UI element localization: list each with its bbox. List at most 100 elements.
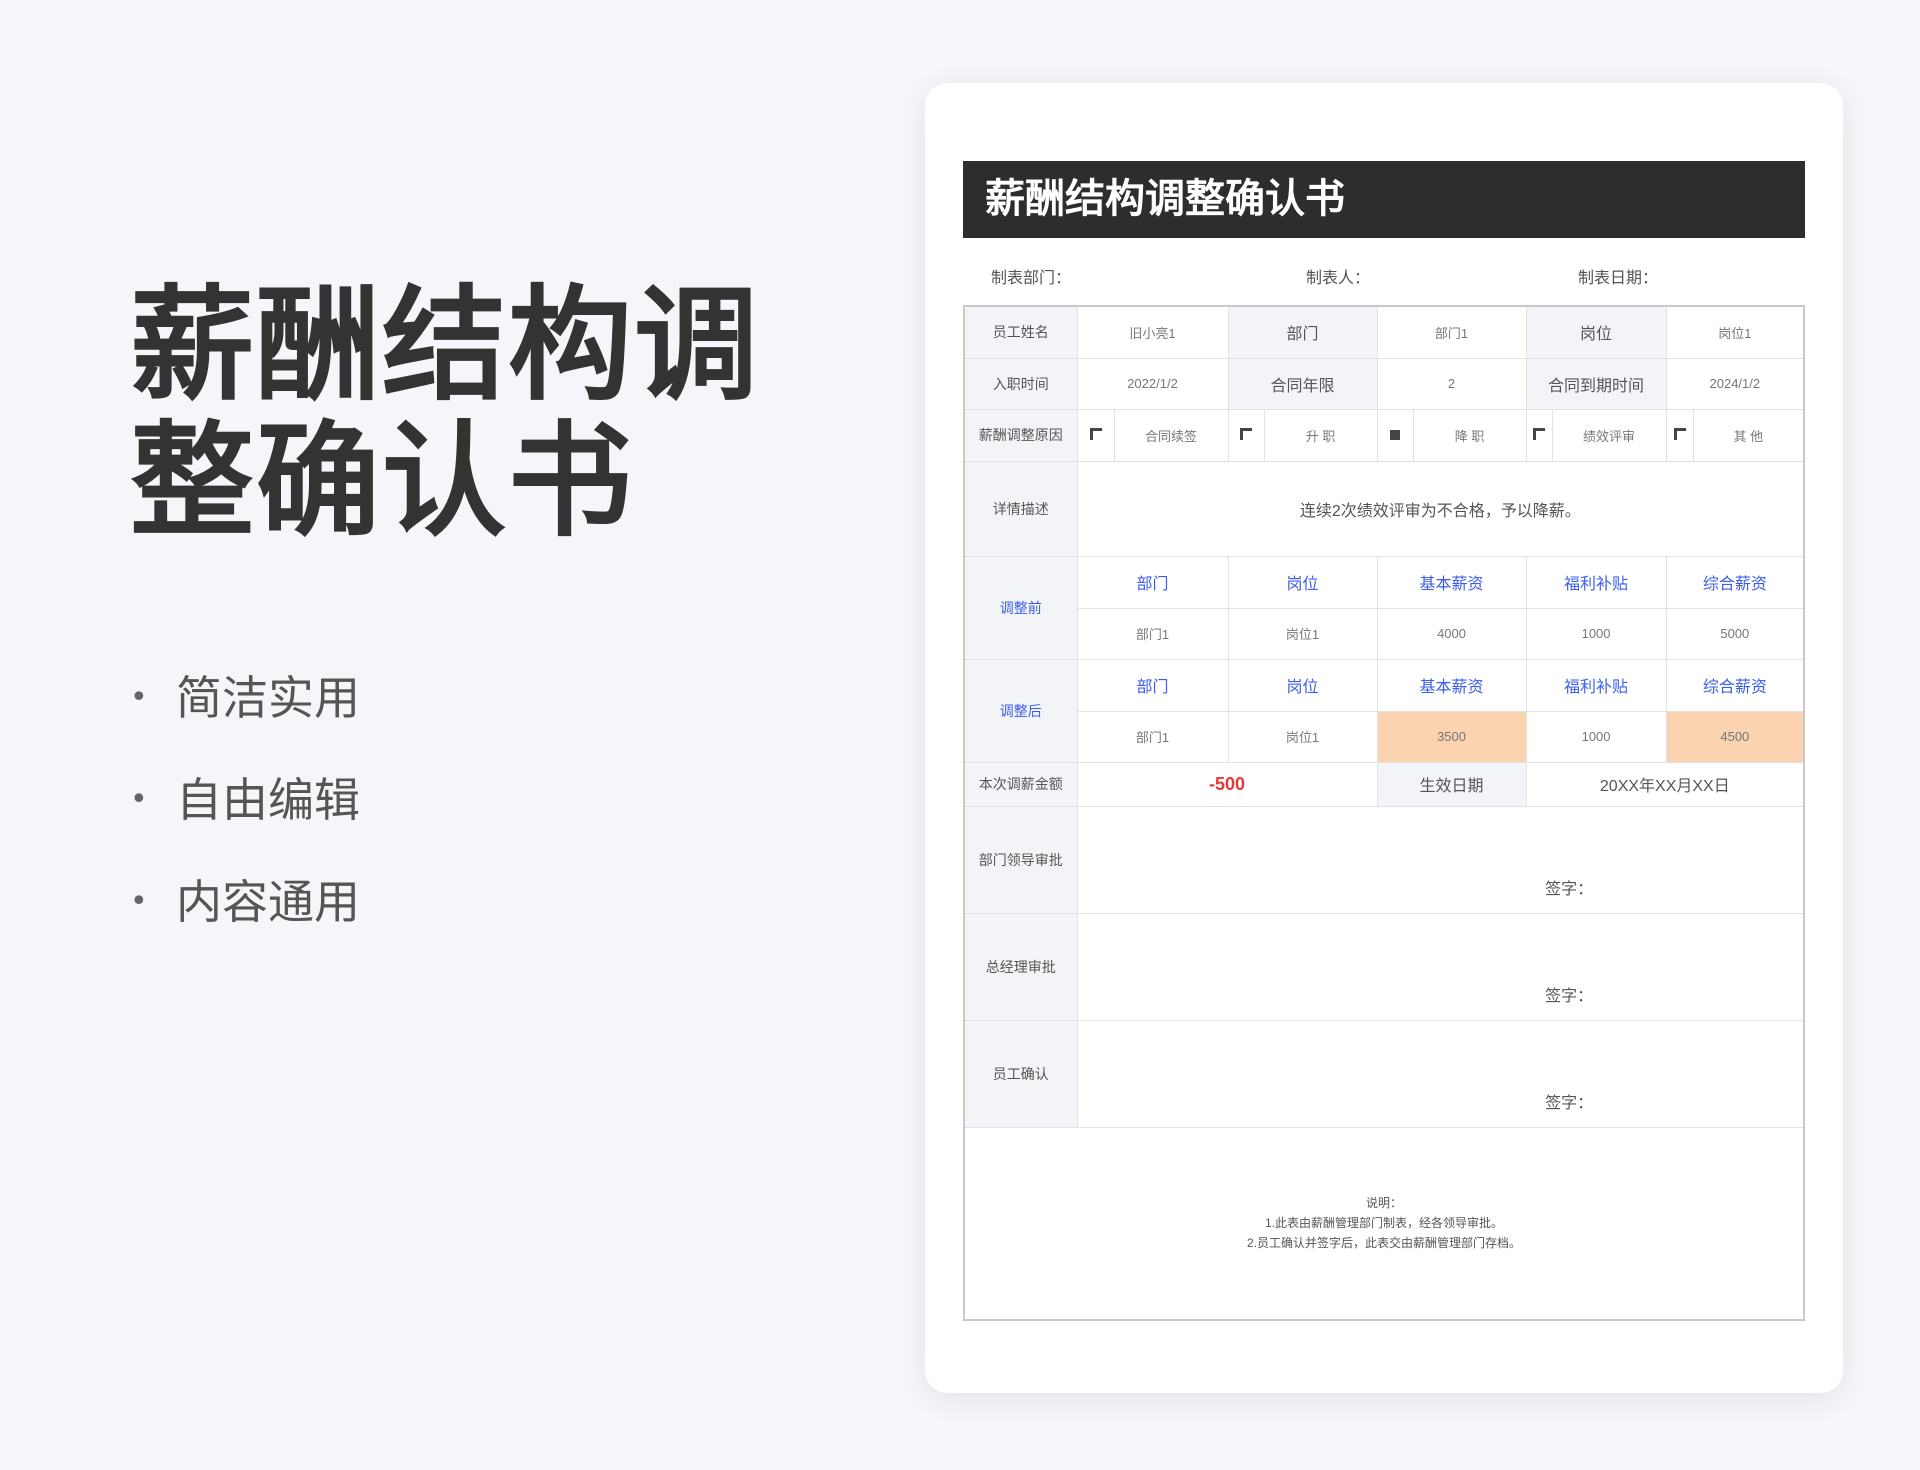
- label-employee-confirm: 员工确认: [963, 1019, 1078, 1128]
- column-header: 岗位: [1227, 555, 1378, 609]
- after-value-highlight[interactable]: 3500: [1376, 710, 1527, 763]
- document-meta: 制表部门： 制表人： 制表日期：: [963, 238, 1805, 305]
- reason-option: 降 职: [1412, 408, 1527, 462]
- table-row: 薪酬调整原因 合同续签 升 职 降 职 绩效评审 其 他: [963, 408, 1805, 462]
- document-title: 薪酬结构调整确认书: [963, 161, 1805, 238]
- bullet-icon: •: [130, 680, 148, 715]
- column-header: 综合薪资: [1665, 555, 1805, 609]
- feature-item: • 内容通用: [130, 879, 360, 981]
- after-value[interactable]: 部门1: [1076, 710, 1229, 763]
- table-row: 部门1 岗位1 4000 1000 5000: [964, 607, 1805, 660]
- label-after: 调整后: [963, 658, 1078, 763]
- sign-label: 签字：: [1545, 880, 1594, 898]
- meta-date: 制表日期：: [1578, 270, 1659, 287]
- reason-option: 升 职: [1263, 408, 1378, 462]
- column-header: 福利补贴: [1525, 658, 1667, 712]
- column-header: 福利补贴: [1525, 555, 1667, 609]
- label-dept: 部门: [1227, 305, 1378, 359]
- table-row: 详情描述 连续2次绩效评审为不合格，予以降薪。: [963, 460, 1805, 557]
- approval-area[interactable]: 签字：: [1076, 805, 1805, 914]
- sign-label: 签字：: [1545, 1094, 1594, 1112]
- feature-item: • 简洁实用: [130, 675, 360, 777]
- meta-dept: 制表部门：: [991, 270, 1072, 287]
- table-row: 调整前 部门 岗位 基本薪资 福利补贴 综合薪资: [963, 555, 1805, 660]
- after-value[interactable]: 岗位1: [1227, 710, 1378, 763]
- value-dept[interactable]: 部门1: [1376, 305, 1527, 359]
- table-row: 部门1 岗位1 3500 1000 4500: [964, 710, 1805, 763]
- label-post: 岗位: [1525, 305, 1667, 359]
- feature-list: • 简洁实用 • 自由编辑 • 内容通用: [130, 675, 360, 981]
- checkbox-cell[interactable]: [1525, 408, 1553, 462]
- table-row: 员工姓名 旧小亮1 部门 部门1 岗位 岗位1: [963, 305, 1805, 359]
- value-expire[interactable]: 2024/1/2: [1665, 357, 1805, 410]
- notes-cell: 说明： 1.此表由薪酬管理部门制表，经各领导审批。 2.员工确认并签字后，此表交…: [963, 1126, 1805, 1321]
- feature-item: • 自由编辑: [130, 777, 360, 879]
- column-header: 基本薪资: [1376, 658, 1527, 712]
- note-line: 说明：: [1366, 1196, 1403, 1211]
- approval-area[interactable]: 签字：: [1076, 1019, 1805, 1128]
- table-row: 总经理审批 签字：: [963, 912, 1805, 1021]
- before-value[interactable]: 部门1: [1076, 607, 1229, 660]
- feature-text: 简洁实用: [176, 671, 360, 725]
- effective-date-value[interactable]: 20XX年XX月XX日: [1525, 761, 1805, 807]
- table-row: 说明： 1.此表由薪酬管理部门制表，经各领导审批。 2.员工确认并签字后，此表交…: [963, 1126, 1805, 1321]
- note-line: 1.此表由薪酬管理部门制表，经各领导审批。: [1265, 1216, 1504, 1231]
- checkbox-cell[interactable]: [1076, 408, 1115, 462]
- document: 薪酬结构调整确认书 制表部门： 制表人： 制表日期： 员工姓名 旧小亮1 部门 …: [963, 161, 1806, 1321]
- label-before: 调整前: [963, 555, 1078, 660]
- column-header: 部门: [1076, 658, 1229, 712]
- detail-text[interactable]: 连续2次绩效评审为不合格，予以降薪。: [1076, 460, 1805, 557]
- note-line: 2.员工确认并签字后，此表交由薪酬管理部门存档。: [1247, 1236, 1522, 1251]
- table-row: 调整后 部门 岗位 基本薪资 福利补贴 综合薪资: [963, 658, 1805, 763]
- meta-maker: 制表人：: [1306, 270, 1371, 287]
- value-years[interactable]: 2: [1376, 357, 1527, 410]
- table-row: 部门领导审批 签字：: [963, 805, 1805, 914]
- label-detail: 详情描述: [963, 460, 1078, 557]
- page-title: 薪酬结构调整确认书: [130, 274, 761, 554]
- checkbox-cell[interactable]: [1227, 408, 1265, 462]
- reason-option: 绩效评审: [1551, 408, 1667, 462]
- checkbox-checked-icon[interactable]: [1390, 430, 1401, 440]
- feature-text: 内容通用: [176, 875, 360, 929]
- approval-area[interactable]: 签字：: [1076, 912, 1805, 1021]
- column-header: 部门: [1076, 555, 1229, 609]
- label-effective-date: 生效日期: [1376, 761, 1527, 807]
- sign-label: 签字：: [1545, 987, 1594, 1005]
- document-card: 薪酬结构调整确认书 制表部门： 制表人： 制表日期： 员工姓名 旧小亮1 部门 …: [925, 83, 1843, 1393]
- after-value-highlight[interactable]: 4500: [1665, 710, 1805, 763]
- label-dept-approval: 部门领导审批: [963, 805, 1078, 914]
- before-value[interactable]: 1000: [1525, 607, 1667, 660]
- salary-form-table: 员工姓名 旧小亮1 部门 部门1 岗位 岗位1 入职时间 2022/1/2 合同…: [963, 305, 1806, 1321]
- checkbox-icon[interactable]: [1673, 428, 1686, 440]
- bullet-icon: •: [130, 782, 148, 817]
- checkbox-cell[interactable]: [1376, 408, 1414, 462]
- after-value[interactable]: 1000: [1525, 710, 1667, 763]
- label-name: 员工姓名: [963, 305, 1078, 359]
- bullet-icon: •: [130, 884, 148, 919]
- reason-option: 合同续签: [1113, 408, 1229, 462]
- label-years: 合同年限: [1227, 357, 1378, 410]
- checkbox-cell[interactable]: [1665, 408, 1694, 462]
- table-row: 员工确认 签字：: [963, 1019, 1805, 1128]
- label-reason: 薪酬调整原因: [963, 408, 1078, 462]
- feature-text: 自由编辑: [176, 773, 360, 827]
- label-join: 入职时间: [963, 357, 1078, 410]
- label-gm-approval: 总经理审批: [963, 912, 1078, 1021]
- before-value[interactable]: 岗位1: [1227, 607, 1378, 660]
- checkbox-icon[interactable]: [1533, 428, 1546, 440]
- value-name[interactable]: 旧小亮1: [1076, 305, 1229, 359]
- amount-value[interactable]: -500: [1076, 761, 1378, 807]
- before-value[interactable]: 4000: [1376, 607, 1527, 660]
- column-header: 岗位: [1227, 658, 1378, 712]
- label-amount: 本次调薪金额: [963, 761, 1078, 807]
- label-expire: 合同到期时间: [1525, 357, 1667, 410]
- before-value[interactable]: 5000: [1665, 607, 1805, 660]
- table-row: 本次调薪金额 -500 生效日期 20XX年XX月XX日: [963, 761, 1805, 807]
- column-header: 综合薪资: [1665, 658, 1805, 712]
- value-join[interactable]: 2022/1/2: [1076, 357, 1229, 410]
- checkbox-icon[interactable]: [1240, 428, 1253, 440]
- checkbox-icon[interactable]: [1089, 428, 1102, 440]
- column-header: 基本薪资: [1376, 555, 1527, 609]
- value-post[interactable]: 岗位1: [1665, 305, 1805, 359]
- table-row: 入职时间 2022/1/2 合同年限 2 合同到期时间 2024/1/2: [963, 357, 1805, 410]
